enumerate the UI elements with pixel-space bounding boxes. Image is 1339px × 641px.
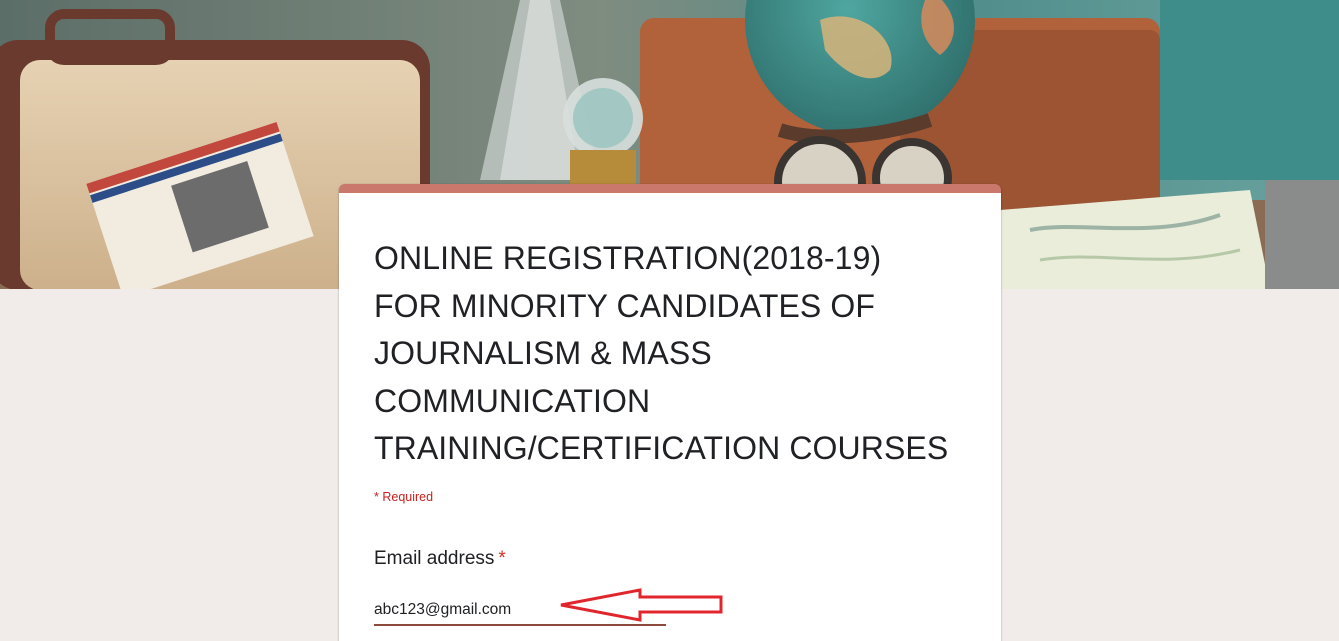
- form-title-line: COMMUNICATION: [374, 382, 651, 419]
- required-asterisk: *: [498, 548, 506, 569]
- form-title-line: FOR MINORITY CANDIDATES OF: [374, 287, 875, 324]
- email-label-text: Email address: [374, 548, 495, 569]
- form-title-line: ONLINE REGISTRATION(2018-19): [374, 240, 882, 276]
- form-title-line: JOURNALISM & MASS: [374, 335, 712, 371]
- form-title: ONLINE REGISTRATION(2018-19) FOR MINORIT…: [374, 235, 974, 473]
- form-page: ONLINE REGISTRATION(2018-19) FOR MINORIT…: [0, 0, 1339, 641]
- email-question-label: Email address *: [374, 548, 506, 570]
- required-note: * Required: [374, 490, 434, 504]
- form-title-line: TRAINING/CERTIFICATION COURSES: [374, 430, 949, 466]
- form-card: ONLINE REGISTRATION(2018-19) FOR MINORIT…: [339, 184, 1001, 641]
- annotation-arrow-icon: [560, 588, 723, 622]
